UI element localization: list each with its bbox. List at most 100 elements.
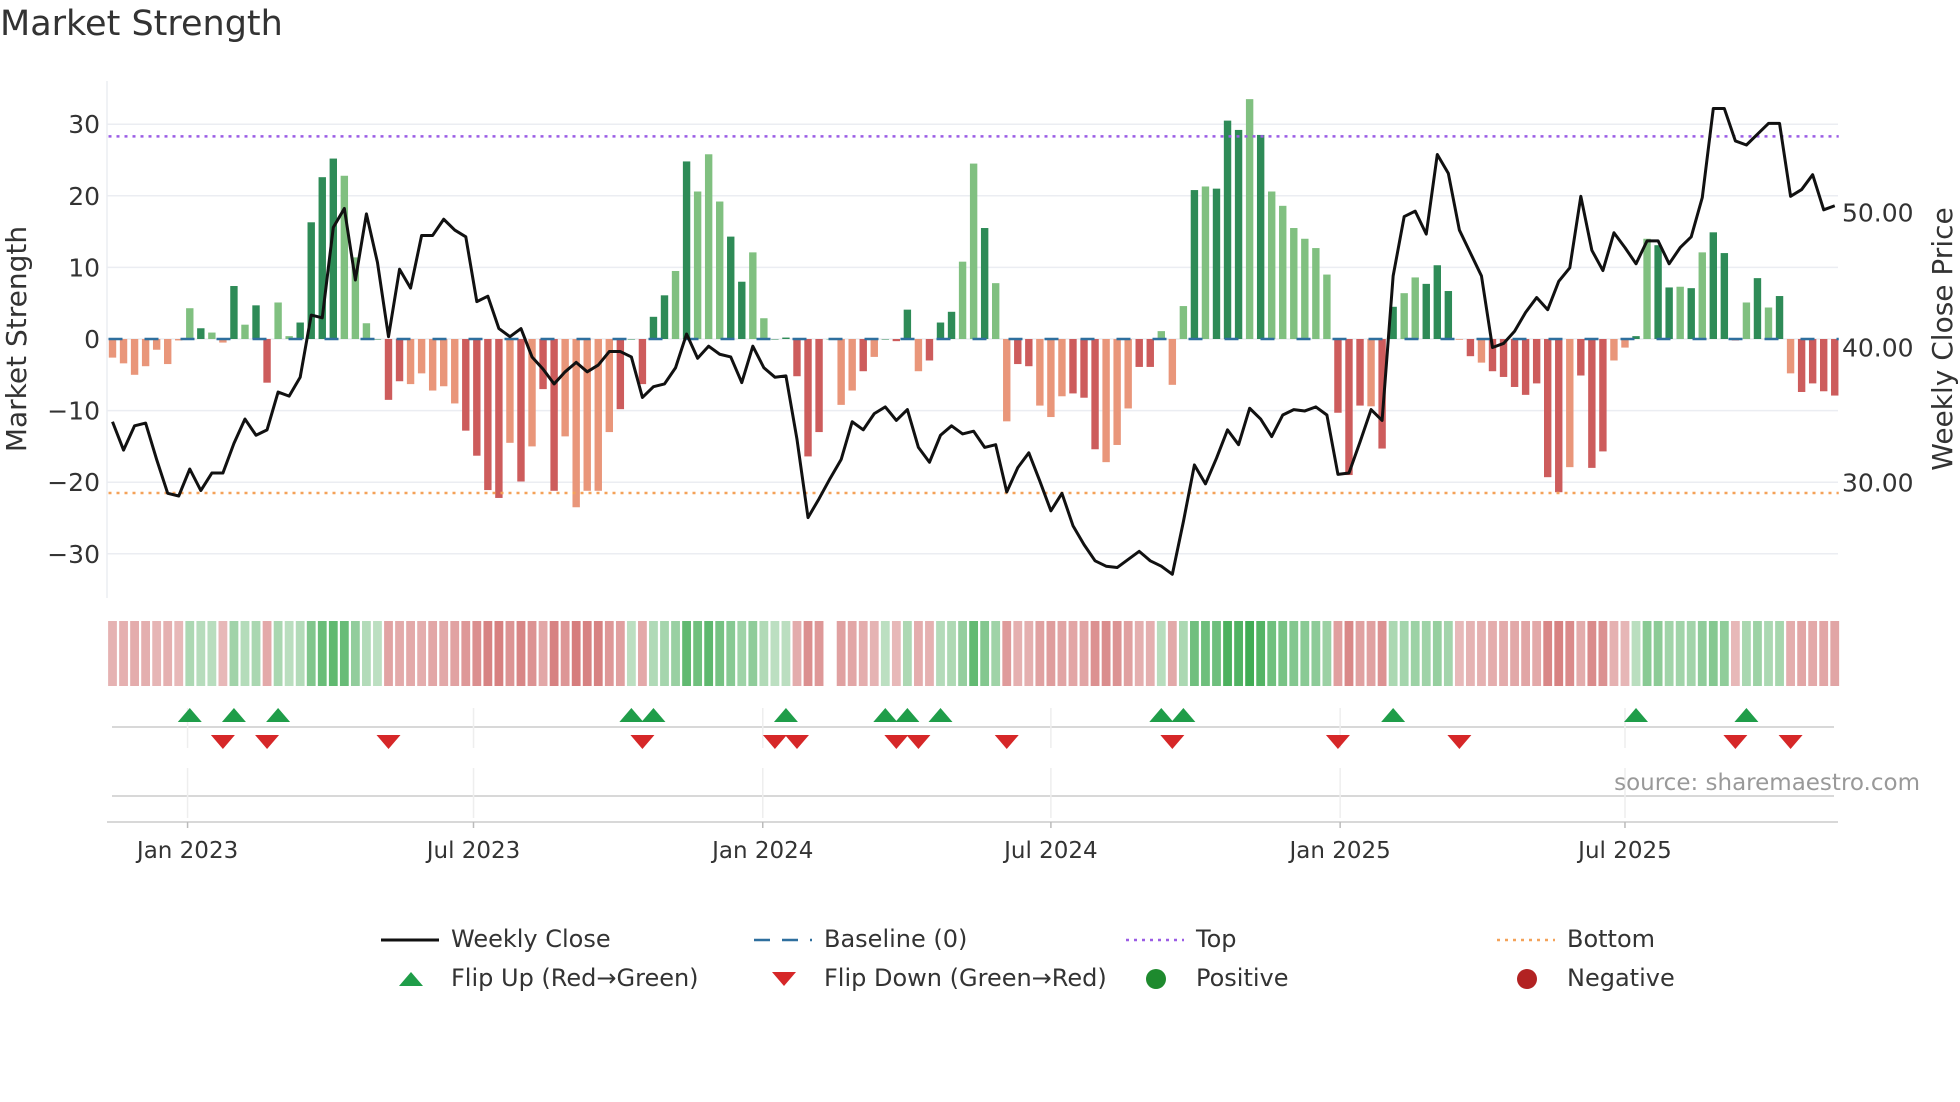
strength-bar xyxy=(1643,238,1651,339)
strength-strip-cell xyxy=(196,621,206,686)
strength-strip-cell xyxy=(803,621,813,686)
strength-strip-cell xyxy=(671,621,680,686)
strength-strip-cell xyxy=(1664,621,1674,686)
strength-bar xyxy=(1069,339,1077,394)
flip-up-marker xyxy=(928,708,953,722)
strength-strip-cell xyxy=(1057,621,1067,686)
strength-bar xyxy=(1356,339,1364,406)
strength-strip-cell xyxy=(1432,621,1442,686)
legend-label-baseline: Baseline (0) xyxy=(824,925,968,953)
strength-bar xyxy=(484,339,492,491)
y-tick-label: 0 xyxy=(84,325,100,354)
strength-bar xyxy=(252,305,260,339)
strength-bar xyxy=(1764,307,1773,339)
strength-bar xyxy=(760,318,768,339)
x-tick-label: Jan 2024 xyxy=(710,838,813,864)
strength-bar xyxy=(1323,274,1331,339)
baseline-legend-icon xyxy=(754,938,812,942)
strength-bar xyxy=(848,339,856,391)
strength-bar xyxy=(340,175,349,339)
strength-strip-cell xyxy=(1079,621,1089,686)
strength-bar xyxy=(1610,339,1618,361)
strength-bar xyxy=(749,252,757,339)
strength-bar xyxy=(936,322,945,339)
strength-strip-cell xyxy=(1190,621,1199,686)
strength-bar xyxy=(440,339,448,387)
strength-bar xyxy=(1080,339,1088,398)
strength-strip-cell xyxy=(1609,621,1619,686)
strength-bar xyxy=(1709,232,1717,339)
strength-strip-cell xyxy=(1543,621,1553,686)
flip-up-marker xyxy=(619,708,644,722)
strength-bar xyxy=(660,295,669,339)
strength-strip-cell xyxy=(814,621,824,686)
y2-tick-label: 50.00 xyxy=(1842,199,1914,228)
y-tick-label: 20 xyxy=(68,182,100,211)
strength-bar xyxy=(1510,339,1519,387)
strength-bar xyxy=(152,339,161,350)
strength-strip-cell xyxy=(1289,621,1299,686)
strength-bar xyxy=(208,332,216,339)
strength-strip-cell xyxy=(1532,621,1542,686)
flip-down-marker xyxy=(1723,735,1748,749)
strength-strip-cell xyxy=(152,621,162,686)
strength-bar xyxy=(815,339,823,433)
strength-bar xyxy=(980,228,989,339)
strength-strip-cell xyxy=(317,621,327,686)
strength-strip-cell xyxy=(1697,621,1707,686)
strength-bar xyxy=(119,339,128,364)
strength-bar xyxy=(793,339,801,377)
strength-strip-cell xyxy=(914,621,923,686)
strength-strip-cell xyxy=(1764,621,1773,686)
strength-bar xyxy=(506,339,514,443)
strength-strip-cell xyxy=(1510,621,1519,686)
bottom-legend-icon xyxy=(1497,938,1555,942)
strength-strip-cell xyxy=(362,621,371,686)
strength-bar xyxy=(1820,339,1828,392)
strength-strip-cell xyxy=(328,621,338,686)
strength-bar xyxy=(1544,339,1552,478)
strength-bar xyxy=(141,339,150,367)
strength-bar xyxy=(451,339,459,404)
strength-strip-cell xyxy=(958,621,967,686)
strength-bar xyxy=(1566,339,1574,468)
strength-bar xyxy=(263,339,271,383)
strength-strip-cell xyxy=(792,621,802,686)
x-tick-label: Jan 2025 xyxy=(1287,838,1390,864)
legend-label-negative: Negative xyxy=(1567,964,1675,992)
strength-strip-cell xyxy=(980,621,990,686)
flip-up-marker xyxy=(895,708,920,722)
strength-bar xyxy=(649,316,658,339)
legend-label-weekly-close: Weekly Close xyxy=(451,925,611,953)
flip-down-marker xyxy=(1325,735,1350,749)
strength-strip-cell xyxy=(395,621,404,686)
strength-strip-cell xyxy=(1576,621,1586,686)
strength-bar xyxy=(837,339,845,405)
strength-strip-cell xyxy=(1333,621,1343,686)
strength-strip-cell xyxy=(1565,621,1575,686)
strength-strip-cell xyxy=(936,621,945,686)
strength-strip-cell xyxy=(770,621,780,686)
strength-bar xyxy=(1025,339,1033,367)
strength-bar xyxy=(638,339,647,385)
strength-bar xyxy=(1433,265,1441,339)
strength-bar xyxy=(1775,296,1784,339)
strength-bar xyxy=(1124,339,1132,409)
strength-strip-cell xyxy=(472,621,482,686)
strength-bar xyxy=(1168,339,1177,385)
strength-bar xyxy=(1190,190,1199,339)
strength-bar xyxy=(1334,339,1342,413)
strength-bar xyxy=(1665,287,1673,339)
flip-down-marker xyxy=(1447,735,1472,749)
flip-up-marker xyxy=(873,708,898,722)
strength-strip-cell xyxy=(1521,621,1531,686)
strength-bar xyxy=(462,339,470,431)
legend-label-top: Top xyxy=(1196,925,1237,953)
strength-strip-cell xyxy=(1145,621,1155,686)
strength-strip-cell xyxy=(108,621,117,686)
strength-bar xyxy=(1521,339,1530,395)
strength-bar xyxy=(804,339,812,457)
flip-up-marker xyxy=(266,708,291,722)
strength-bar xyxy=(130,339,139,375)
strength-bar xyxy=(1135,339,1143,367)
